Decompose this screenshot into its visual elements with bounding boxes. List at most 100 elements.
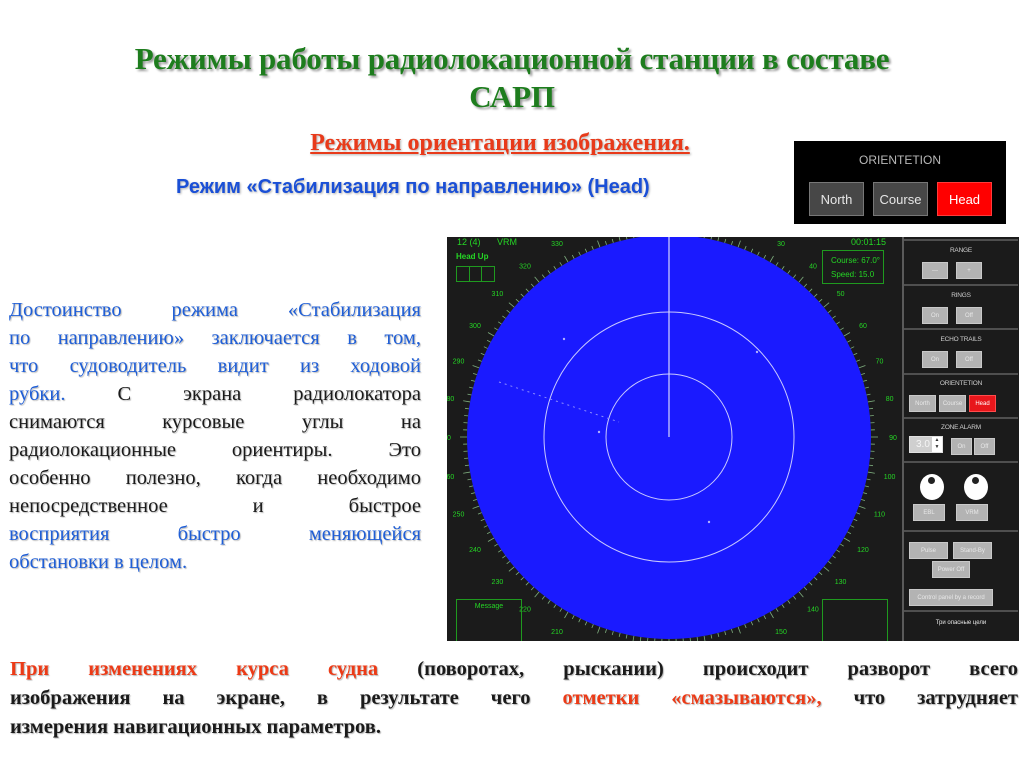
radar-target — [707, 520, 711, 524]
bearing-tick — [472, 365, 480, 369]
advantage-text-run: по направлению» заключается в том, — [9, 327, 421, 349]
echo-trails-on-button[interactable]: On — [922, 351, 948, 368]
bearing-tick — [639, 636, 642, 641]
vrm-knob-icon[interactable] — [964, 474, 988, 500]
bearing-tick — [571, 254, 575, 259]
bearing-label: 230 — [492, 579, 504, 586]
bearing-tick — [832, 555, 836, 559]
advantage-text-run: Достоинство режима «Стабилизация — [9, 299, 421, 321]
bearing-tick — [836, 549, 841, 553]
bearing-tick — [578, 618, 581, 623]
rings-off-button[interactable]: Off — [956, 307, 982, 324]
zone-alarm-stepper-icon[interactable]: ▲ ▼ — [932, 437, 942, 452]
slide-title-line2: САРП — [469, 79, 555, 114]
panel-north-button[interactable]: North — [909, 395, 936, 412]
range-decrease-button[interactable]: — — [922, 262, 948, 279]
panel-head-button[interactable]: Head — [969, 395, 996, 412]
bearing-label: 50 — [837, 291, 845, 298]
bearing-tick — [750, 248, 754, 253]
bearing-tick — [717, 632, 720, 637]
range-increase-button[interactable]: + — [956, 262, 982, 279]
echo-trails-off-button[interactable]: Off — [956, 351, 982, 368]
bearing-tick — [866, 393, 871, 396]
bearing-label: 280 — [447, 396, 454, 403]
bearing-tick — [467, 478, 472, 481]
bearing-tick — [856, 359, 861, 362]
advantage-line: восприятия быстро меняющейся — [9, 520, 421, 548]
bearing-label: 300 — [469, 323, 481, 330]
bearing-tick — [860, 499, 866, 502]
radar-target — [562, 337, 566, 341]
bearing-tick — [530, 586, 535, 591]
bearing-tick — [626, 237, 628, 240]
bearing-tick — [494, 543, 498, 547]
bearing-tick — [798, 591, 804, 598]
ebl-button[interactable]: EBL — [913, 504, 945, 521]
bearing-tick — [515, 571, 520, 576]
bearing-tick — [832, 315, 836, 319]
bearing-tick — [809, 582, 813, 586]
bearing-tick — [737, 626, 741, 634]
bearing-label: 80 — [886, 396, 894, 403]
zone-alarm-off-button[interactable]: Off — [974, 438, 995, 455]
bearing-tick — [717, 237, 720, 242]
ebl-knob-icon[interactable] — [920, 474, 944, 500]
bearing-label: 30 — [777, 241, 785, 248]
vrm-button[interactable]: VRM — [956, 504, 988, 521]
advantage-text-run: рубки. — [9, 383, 66, 405]
bearing-tick — [863, 379, 868, 382]
bearing-tick — [591, 624, 594, 629]
bearing-tick — [553, 604, 557, 609]
conclusion-paragraph: При изменениях курса судна (поворотах, р… — [10, 655, 1018, 742]
orientation-head-button[interactable]: Head — [937, 182, 992, 216]
orientation-north-button[interactable]: North — [809, 182, 864, 216]
panel-course-button[interactable]: Course — [939, 395, 966, 412]
bearing-label: 310 — [492, 291, 504, 298]
bearing-tick — [618, 632, 621, 637]
advantage-text-run: что судоводитель видит из ходовой — [9, 355, 421, 377]
stand-by-button[interactable]: Stand-By — [953, 542, 992, 559]
zone-alarm-on-button[interactable]: On — [951, 438, 972, 455]
bearing-tick — [793, 274, 797, 279]
bearing-tick — [866, 478, 871, 481]
bearing-tick — [571, 615, 575, 620]
bearing-label: 150 — [775, 629, 787, 636]
radar-scope: 1020304050607080901001101201301401501601… — [447, 237, 897, 641]
bearing-tick — [477, 512, 482, 515]
bearing-tick — [809, 288, 813, 292]
bearing-label: 40 — [809, 263, 817, 270]
bearing-tick — [611, 238, 614, 243]
pulse-button[interactable]: Pulse — [909, 542, 948, 559]
bearing-tick — [781, 604, 785, 609]
bearing-tick — [703, 635, 706, 641]
control-panel-record-button[interactable]: Control panel by a record — [909, 589, 993, 606]
panel-orientation-label: ORIENTETION — [939, 380, 983, 387]
orientation-course-button[interactable]: Course — [873, 182, 928, 216]
bearing-tick — [553, 265, 557, 270]
bearing-label: 130 — [835, 579, 847, 586]
bearing-tick — [534, 591, 540, 598]
bearing-tick — [464, 407, 470, 410]
bearing-tick — [856, 512, 861, 515]
bearing-tick — [867, 400, 875, 403]
power-off-button[interactable]: Power Off — [932, 561, 970, 578]
bearing-tick — [696, 636, 699, 641]
bearing-tick — [618, 237, 621, 242]
orientation-widget: ORIENTETION North Course Head — [794, 141, 1006, 224]
bearing-tick — [564, 611, 569, 619]
radar-vrm-label: VRM — [497, 237, 517, 247]
bearing-tick — [847, 339, 852, 343]
bearing-tick — [470, 379, 475, 382]
advantage-line: непосредственное и быстрое — [9, 492, 421, 520]
bearing-tick — [483, 525, 488, 528]
bearing-tick — [814, 293, 818, 297]
bearing-tick — [757, 618, 760, 623]
panel-footer: Три опасные цели — [935, 620, 987, 626]
rings-on-button[interactable]: On — [922, 307, 948, 324]
bearing-tick — [469, 386, 474, 389]
bearing-tick — [477, 359, 482, 362]
echo-trails-label: ECHO TRAILS — [940, 336, 982, 343]
conclusion-text-run: При изменениях курса судна — [10, 658, 379, 680]
bearing-tick — [564, 255, 569, 263]
bearing-label: 260 — [447, 474, 454, 481]
